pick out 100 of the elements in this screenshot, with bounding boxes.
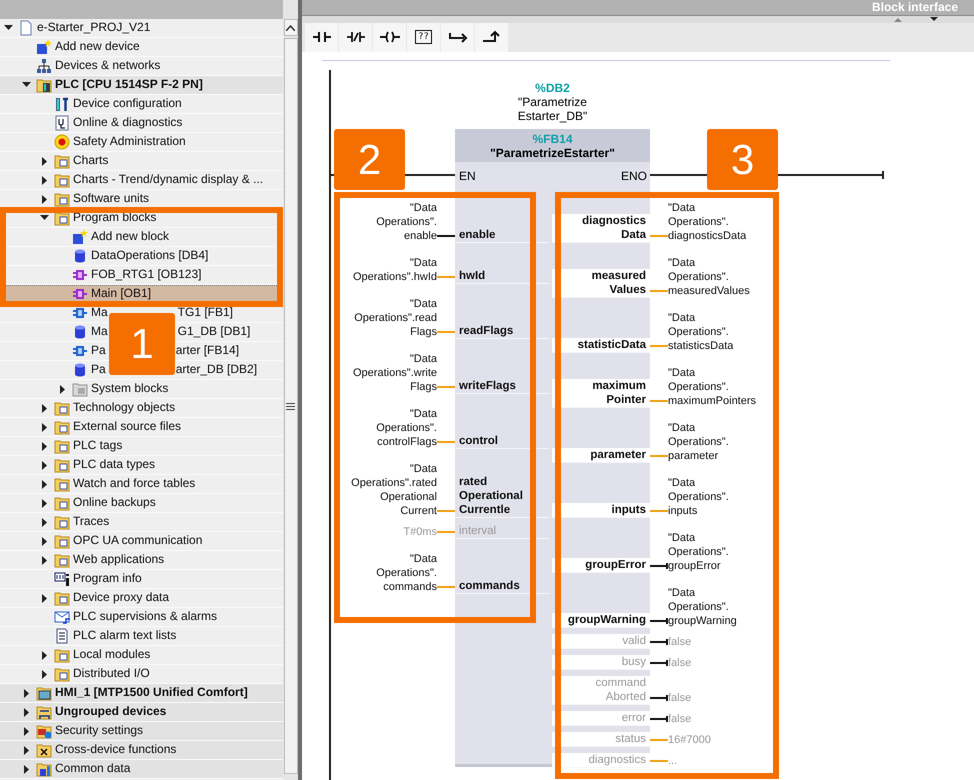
pin-name: inputs: [552, 503, 650, 518]
collapse-arrow-icon[interactable]: [40, 214, 49, 222]
arrow-icon: [448, 30, 468, 44]
folder-icon: [54, 552, 70, 568]
folder-icon: [54, 476, 70, 492]
folder-icon: [54, 495, 70, 511]
tree-item[interactable]: Charts: [0, 152, 283, 171]
parameter-text: false: [668, 712, 692, 726]
database-icon: [72, 362, 88, 378]
pin-name: maximum Pointer: [552, 379, 650, 408]
tree-item[interactable]: Safety Administration: [0, 133, 283, 152]
folder-icon: [54, 191, 70, 207]
tree-item[interactable]: Ungrouped devices: [0, 703, 283, 722]
wire-line: [437, 441, 455, 443]
expand-arrow-icon[interactable]: [58, 384, 67, 394]
expand-arrow-icon[interactable]: [40, 422, 49, 432]
tree-item[interactable]: Program info: [0, 570, 283, 589]
contact-icon: [312, 30, 332, 44]
tree-item[interactable]: PLC [CPU 1514SP F-2 PN]: [0, 76, 283, 95]
expand-arrow-icon[interactable]: [40, 404, 49, 412]
folder-icon: [54, 533, 70, 549]
tree-item[interactable]: Web applications: [0, 551, 283, 570]
folder-icon: [54, 647, 70, 663]
tree-item[interactable]: Device proxy data: [0, 589, 283, 608]
pin-name: rated Operational Currentle: [455, 475, 549, 518]
no-contact-button[interactable]: [305, 22, 338, 52]
wire-line: [437, 331, 455, 333]
tree-item[interactable]: Local modules: [0, 646, 283, 665]
tree-item[interactable]: PLC data types: [0, 456, 283, 475]
tree-item[interactable]: DataOperations [DB4]: [0, 247, 283, 266]
pin-name: commands: [455, 579, 549, 594]
pin-name: EN: [459, 169, 476, 183]
tree-item[interactable]: Add new device: [0, 38, 283, 57]
pin-name: readFlags: [455, 324, 549, 339]
parameter-text: T#0ms: [402, 525, 437, 539]
tree-item[interactable]: Online backups: [0, 494, 283, 513]
tree-item[interactable]: PLC tags: [0, 437, 283, 456]
expand-arrow-icon[interactable]: [40, 194, 49, 204]
tree-item[interactable]: Software units: [0, 190, 283, 209]
empty-box-button[interactable]: ??: [407, 22, 440, 52]
expand-arrow-icon[interactable]: [22, 726, 31, 736]
expand-arrow-icon[interactable]: [40, 650, 49, 660]
expand-arrow-icon[interactable]: [40, 156, 49, 166]
tree-item[interactable]: OPC UA communication: [0, 532, 283, 551]
folder-icon: [54, 419, 70, 435]
tree-item[interactable]: PLC alarm text lists: [0, 627, 283, 646]
tree-item[interactable]: Add new block: [0, 228, 283, 247]
open-branch-button[interactable]: [441, 22, 474, 52]
collapse-arrow-icon[interactable]: [4, 24, 13, 32]
expand-arrow-icon[interactable]: [40, 480, 49, 488]
tree-item[interactable]: HMI_1 [MTP1500 Unified Comfort]: [0, 684, 283, 703]
expand-arrow-icon[interactable]: [40, 518, 49, 526]
expand-arrow-icon[interactable]: [40, 536, 49, 546]
expand-arrow-icon[interactable]: [40, 670, 49, 678]
coil-button[interactable]: [373, 22, 406, 52]
expand-arrow-icon[interactable]: [40, 442, 49, 450]
scroll-up-button[interactable]: [284, 19, 298, 36]
tree-item[interactable]: Cross-device functions: [0, 741, 283, 760]
collapse-arrow-icon[interactable]: [22, 80, 31, 90]
tree-item[interactable]: Program blocks: [0, 209, 283, 228]
parameter-text: false: [668, 635, 692, 649]
scrollbar-thumb[interactable]: [284, 38, 298, 774]
expand-arrow-icon[interactable]: [22, 688, 31, 698]
add-icon: [36, 39, 52, 55]
tree-item[interactable]: Security settings: [0, 722, 283, 741]
expand-arrow-icon[interactable]: [22, 708, 31, 716]
arrow-icon: [482, 30, 502, 44]
tree-item[interactable]: PLC supervisions & alarms: [0, 608, 283, 627]
database-icon: [72, 324, 88, 340]
parameter-text: "Data Operations".rated Operational Current: [350, 462, 437, 518]
pin-name: interval: [455, 524, 549, 539]
pin-name: hwId: [455, 269, 549, 284]
tree-item[interactable]: Technology objects: [0, 399, 283, 418]
close-branch-button[interactable]: [475, 22, 508, 52]
parameter-text: "Data Operations". inputs: [668, 476, 730, 518]
folder-icon: [54, 210, 70, 226]
expand-arrow-icon[interactable]: [40, 498, 49, 508]
folder-icon: [36, 704, 52, 720]
tree-item[interactable]: Watch and force tables: [0, 475, 283, 494]
parameter-text: "Data Operations". measuredValues: [668, 256, 751, 298]
tree-item[interactable]: e-Starter_PROJ_V21: [0, 19, 283, 38]
tree-item[interactable]: System blocks: [0, 380, 283, 399]
tree-item[interactable]: Charts - Trend/dynamic display & ...: [0, 171, 283, 190]
parameter-text: "Data Operations".write Flags: [352, 352, 437, 394]
tree-item[interactable]: Online & diagnostics: [0, 114, 283, 133]
tree-item[interactable]: External source files: [0, 418, 283, 437]
tree-item[interactable]: Common data: [0, 760, 283, 779]
nc-contact-button[interactable]: [339, 22, 372, 52]
expand-arrow-icon[interactable]: [40, 460, 49, 470]
db-address: %DB2: [534, 81, 571, 95]
tree-item[interactable]: Traces: [0, 513, 283, 532]
wire-line: [437, 586, 455, 588]
tree-item[interactable]: Device configuration: [0, 95, 283, 114]
block-icon: [72, 267, 88, 283]
expand-arrow-icon[interactable]: [22, 764, 31, 774]
expand-arrow-icon[interactable]: [40, 176, 49, 184]
expand-arrow-icon[interactable]: [40, 594, 49, 602]
expand-arrow-icon[interactable]: [22, 746, 31, 754]
pin-name: ENO: [620, 169, 647, 183]
expand-arrow-icon[interactable]: [40, 556, 49, 564]
